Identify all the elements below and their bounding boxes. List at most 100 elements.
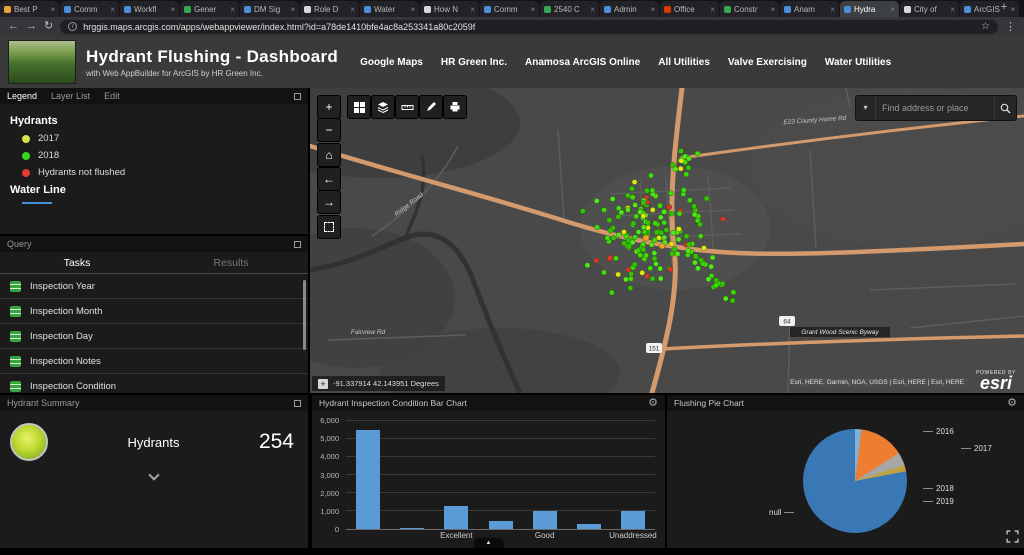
tab-close-icon[interactable]: × bbox=[50, 5, 55, 14]
browser-tab[interactable]: Comm× bbox=[60, 1, 119, 17]
browser-tab[interactable]: Best P× bbox=[0, 1, 59, 17]
legend-tab[interactable]: Layer List bbox=[51, 91, 90, 101]
bar[interactable] bbox=[577, 524, 601, 529]
print-button[interactable] bbox=[444, 96, 466, 118]
url-text[interactable]: hrggis.maps.arcgis.com/apps/webappviewer… bbox=[83, 22, 975, 32]
layers-button[interactable] bbox=[372, 96, 394, 118]
crosshair-icon[interactable]: + bbox=[318, 379, 328, 389]
chart-nav-pill[interactable]: ▲ bbox=[474, 538, 504, 548]
basemap-gallery-button[interactable] bbox=[348, 96, 370, 118]
forward-icon[interactable]: → bbox=[26, 21, 37, 32]
new-tab-button[interactable]: + bbox=[994, 0, 1014, 16]
header-nav-link[interactable]: Water Utilities bbox=[825, 57, 891, 68]
measurement-button[interactable] bbox=[396, 96, 418, 118]
bar[interactable] bbox=[533, 511, 557, 529]
search-input[interactable] bbox=[876, 103, 994, 113]
browser-tab[interactable]: How N× bbox=[420, 1, 479, 17]
app-header: Hydrant Flushing - Dashboard with Web Ap… bbox=[0, 36, 1024, 88]
y-tick-label: 3,000 bbox=[320, 471, 339, 480]
browser-tab[interactable]: Gener× bbox=[180, 1, 239, 17]
previous-extent-button[interactable]: ← bbox=[318, 168, 340, 190]
next-extent-button[interactable]: → bbox=[318, 191, 340, 213]
legend-tab[interactable]: Edit bbox=[104, 91, 120, 101]
map-view[interactable]: 64151 E23 County Home RdRidge RoadFairvi… bbox=[310, 88, 1024, 393]
tab-close-icon[interactable]: × bbox=[410, 5, 415, 14]
address-bar: ← → ↻ i hrggis.maps.arcgis.com/apps/weba… bbox=[0, 17, 1024, 36]
pie-slice-label: 2017 bbox=[961, 444, 992, 453]
site-info-icon[interactable]: i bbox=[68, 22, 77, 31]
legend-item-label: 2017 bbox=[38, 133, 59, 144]
url-field[interactable]: i hrggis.maps.arcgis.com/apps/webappview… bbox=[60, 20, 998, 34]
tab-close-icon[interactable]: × bbox=[110, 5, 115, 14]
select-button[interactable] bbox=[318, 216, 340, 238]
tab-close-icon[interactable]: × bbox=[890, 5, 895, 14]
summary-expander[interactable] bbox=[0, 471, 308, 479]
back-icon[interactable]: ← bbox=[8, 21, 19, 32]
collapse-icon[interactable] bbox=[294, 241, 301, 248]
query-task[interactable]: Inspection Year bbox=[0, 274, 308, 299]
tab-close-icon[interactable]: × bbox=[350, 5, 355, 14]
query-task[interactable]: Inspection Month bbox=[0, 299, 308, 324]
tab-results[interactable]: Results bbox=[154, 252, 308, 273]
legend-tab[interactable]: Legend bbox=[7, 91, 37, 101]
tab-tasks[interactable]: Tasks bbox=[0, 252, 154, 273]
scrollbar[interactable] bbox=[303, 280, 306, 350]
collapse-icon[interactable] bbox=[294, 93, 301, 100]
tab-close-icon[interactable]: × bbox=[530, 5, 535, 14]
header-nav-link[interactable]: Google Maps bbox=[360, 57, 423, 68]
zoom-in-button[interactable]: + bbox=[318, 96, 340, 118]
draw-button[interactable] bbox=[420, 96, 442, 118]
home-extent-button[interactable]: ⌂ bbox=[318, 144, 340, 166]
tab-close-icon[interactable]: × bbox=[950, 5, 955, 14]
tab-close-icon[interactable]: × bbox=[650, 5, 655, 14]
x-tick-label: Good bbox=[535, 531, 555, 540]
browser-tab[interactable]: Comm× bbox=[480, 1, 539, 17]
header-nav-link[interactable]: Valve Exercising bbox=[728, 57, 807, 68]
bar[interactable] bbox=[356, 430, 380, 529]
pie[interactable] bbox=[803, 429, 907, 533]
gear-icon[interactable]: ⚙ bbox=[648, 398, 658, 409]
browser-tab[interactable]: City of× bbox=[900, 1, 959, 17]
tab-close-icon[interactable]: × bbox=[830, 5, 835, 14]
tab-label: Gener bbox=[194, 5, 227, 14]
bar[interactable] bbox=[400, 528, 424, 529]
search-button[interactable] bbox=[994, 96, 1016, 120]
query-task[interactable]: Inspection Notes bbox=[0, 349, 308, 374]
browser-tab[interactable]: Hydra× bbox=[840, 1, 899, 17]
browser-tab[interactable]: Anam× bbox=[780, 1, 839, 17]
browser-menu-icon[interactable]: ⋮ bbox=[1005, 20, 1016, 33]
browser-tab[interactable]: DM Sig× bbox=[240, 1, 299, 17]
gear-icon[interactable]: ⚙ bbox=[1007, 398, 1017, 409]
header-nav-link[interactable]: Anamosa ArcGIS Online bbox=[525, 57, 640, 68]
tab-close-icon[interactable]: × bbox=[290, 5, 295, 14]
query-task[interactable]: Inspection Day bbox=[0, 324, 308, 349]
header-nav-link[interactable]: HR Green Inc. bbox=[441, 57, 507, 68]
tab-favicon bbox=[784, 6, 791, 13]
browser-tab[interactable]: Admin× bbox=[600, 1, 659, 17]
tab-close-icon[interactable]: × bbox=[590, 5, 595, 14]
query-task[interactable]: Inspection Condition bbox=[0, 374, 308, 393]
browser-tab[interactable]: Water× bbox=[360, 1, 419, 17]
browser-tab[interactable]: Workfl× bbox=[120, 1, 179, 17]
browser-tab[interactable]: 2540 C× bbox=[540, 1, 599, 17]
refresh-icon[interactable]: ↻ bbox=[44, 21, 53, 32]
tab-close-icon[interactable]: × bbox=[170, 5, 175, 14]
tab-close-icon[interactable]: × bbox=[710, 5, 715, 14]
collapse-icon[interactable] bbox=[294, 400, 301, 407]
search-source-dropdown[interactable]: ▾ bbox=[856, 96, 876, 120]
fullscreen-icon[interactable] bbox=[1006, 530, 1019, 543]
tab-close-icon[interactable]: × bbox=[230, 5, 235, 14]
bar[interactable] bbox=[444, 506, 468, 529]
tab-close-icon[interactable]: × bbox=[770, 5, 775, 14]
browser-tab[interactable]: Constr× bbox=[720, 1, 779, 17]
browser-tab[interactable]: Office× bbox=[660, 1, 719, 17]
bar[interactable] bbox=[489, 521, 513, 529]
bar[interactable] bbox=[621, 511, 645, 529]
summary-panel-title: Hydrant Summary bbox=[7, 398, 80, 408]
bookmark-star-icon[interactable]: ☆ bbox=[981, 21, 990, 32]
task-icon bbox=[10, 331, 21, 342]
zoom-out-button[interactable]: − bbox=[318, 119, 340, 141]
header-nav-link[interactable]: All Utilities bbox=[658, 57, 710, 68]
tab-close-icon[interactable]: × bbox=[470, 5, 475, 14]
browser-tab[interactable]: Role D× bbox=[300, 1, 359, 17]
